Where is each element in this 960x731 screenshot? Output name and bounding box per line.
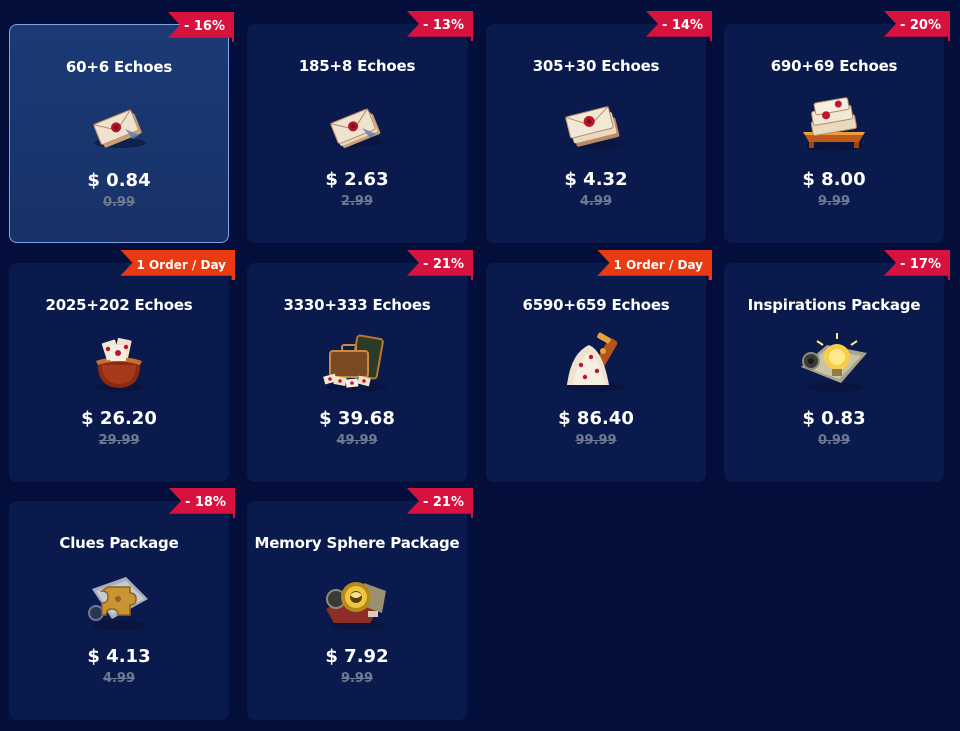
discount-badge: - 17% xyxy=(883,250,950,280)
original-price: 29.99 xyxy=(98,433,140,448)
discount-badge: - 18% xyxy=(168,488,235,518)
echo-letters-small-icon xyxy=(93,109,146,148)
echo-letters-tray-icon xyxy=(803,97,865,151)
product-title: 2025+202 Echoes xyxy=(45,296,193,314)
puzzle-package-icon xyxy=(88,577,148,630)
discount-badge: - 16% xyxy=(167,12,234,42)
product-title: 6590+659 Echoes xyxy=(522,296,670,314)
product-card-clues-package[interactable]: - 18% Clues Package $ 4.13 4.99 xyxy=(9,488,235,720)
price: $ 2.63 xyxy=(325,169,389,190)
discount-badge: - 21% xyxy=(406,250,473,280)
discount-badge: - 21% xyxy=(406,488,473,518)
product-title: 60+6 Echoes xyxy=(65,58,173,76)
product-card-305-echoes[interactable]: - 14% 305+30 Echoes $ 4.32 4.99 xyxy=(486,11,712,243)
original-price: 0.99 xyxy=(102,195,136,210)
discount-badge: - 14% xyxy=(645,11,712,41)
product-title: 3330+333 Echoes xyxy=(283,296,431,314)
product-grid: - 16% 60+6 Echoes $ 0.84 0.99 - 13% 185+… xyxy=(0,0,960,731)
purchase-limit-badge: 1 Order / Day xyxy=(120,250,235,280)
price: $ 4.13 xyxy=(87,646,151,667)
price: $ 7.92 xyxy=(325,646,389,667)
memory-sphere-package-icon xyxy=(326,582,386,630)
original-price: 99.99 xyxy=(575,433,617,448)
discount-badge: - 13% xyxy=(406,11,473,41)
original-price: 4.99 xyxy=(579,194,613,209)
echo-letters-medium-icon xyxy=(565,106,624,149)
product-card-6590-echoes[interactable]: 1 Order / Day 6590+659 Echoes $ 86.40 99… xyxy=(486,250,712,482)
product-card-185-echoes[interactable]: - 13% 185+8 Echoes $ 2.63 2.99 xyxy=(247,11,473,243)
product-title: Clues Package xyxy=(59,534,179,552)
product-title: 690+69 Echoes xyxy=(770,57,898,75)
product-title: 305+30 Echoes xyxy=(532,57,660,75)
product-card-2025-echoes[interactable]: 1 Order / Day 2025+202 Echoes $ 26.20 29… xyxy=(9,250,235,482)
discount-badge: - 20% xyxy=(883,11,950,41)
original-price: 49.99 xyxy=(336,433,378,448)
lightbulb-package-icon xyxy=(801,333,867,392)
echo-letters-small-icon xyxy=(330,108,383,148)
product-card-inspirations-package[interactable]: - 17% Inspirations Package $ 0.83 0.99 xyxy=(724,250,950,482)
original-price: 9.99 xyxy=(817,194,851,209)
product-card-memory-sphere-package[interactable]: - 21% Memory Sphere Package $ 7.92 9.99 xyxy=(247,488,473,720)
product-card-3330-echoes[interactable]: - 21% 3330+333 Echoes $ 39.68 49.99 xyxy=(247,250,473,482)
original-price: 2.99 xyxy=(340,194,374,209)
product-title: 185+8 Echoes xyxy=(298,57,416,75)
price: $ 86.40 xyxy=(558,408,634,429)
original-price: 0.99 xyxy=(817,433,851,448)
letter-pile-icon xyxy=(566,332,626,392)
product-card-60-echoes[interactable]: - 16% 60+6 Echoes $ 0.84 0.99 xyxy=(9,12,234,243)
price: $ 0.84 xyxy=(87,170,151,191)
product-title: Inspirations Package xyxy=(747,296,921,314)
original-price: 9.99 xyxy=(340,671,374,686)
price: $ 39.68 xyxy=(319,408,395,429)
price: $ 4.32 xyxy=(564,169,628,190)
product-card-690-echoes[interactable]: - 20% 690+69 Echoes $ 8.00 9.99 xyxy=(724,11,950,243)
letter-bag-icon xyxy=(95,337,143,392)
price: $ 0.83 xyxy=(802,408,866,429)
purchase-limit-badge: 1 Order / Day xyxy=(597,250,712,280)
letter-suitcase-icon xyxy=(323,334,387,392)
price: $ 8.00 xyxy=(802,169,866,190)
price: $ 26.20 xyxy=(81,408,157,429)
original-price: 4.99 xyxy=(102,671,136,686)
product-title: Memory Sphere Package xyxy=(254,534,460,552)
